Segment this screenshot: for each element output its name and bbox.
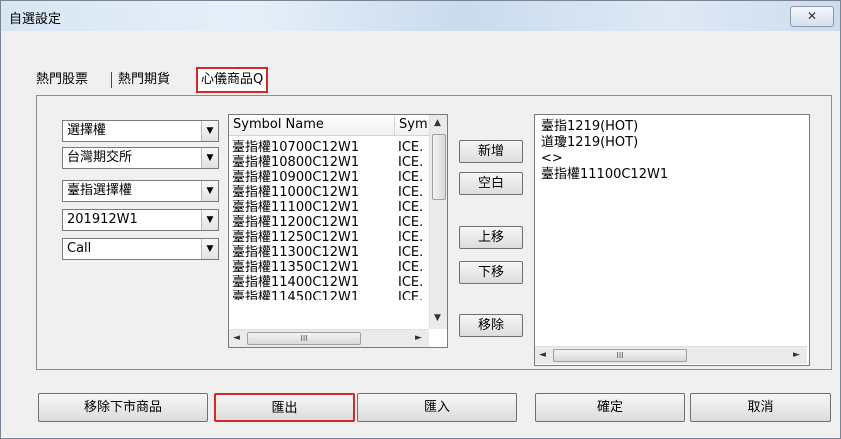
horizontal-scrollbar[interactable]: ◄ III ► (229, 329, 429, 347)
tab-hot-stocks[interactable]: 熱門股票 (36, 69, 88, 91)
chevron-down-icon: ▼ (201, 148, 218, 168)
chevron-down-icon: ▼ (201, 121, 218, 141)
scroll-right-icon[interactable]: ► (793, 350, 800, 360)
symbol-code: ICE. (398, 185, 424, 200)
table-row[interactable]: 臺指權11400C12W1 ICE. (229, 275, 429, 290)
symbol-list[interactable]: Symbol Name Sym 臺指權10700C12W1 ICE. 臺指權108… (228, 114, 448, 348)
symbol-code: ICE. (398, 245, 424, 260)
symbol-name: 臺指權11250C12W1 (232, 230, 360, 245)
window-title: 自選設定 (9, 12, 62, 27)
symbol-name: 臺指權11350C12W1 (232, 260, 360, 275)
scroll-left-icon[interactable]: ◄ (539, 350, 546, 360)
chevron-down-icon: ▼ (201, 210, 218, 230)
table-row[interactable]: 臺指權11300C12W1 ICE. (229, 245, 429, 260)
scroll-up-icon[interactable]: ▲ (434, 118, 441, 128)
callput-select-value: Call (67, 241, 92, 256)
symbol-code: ICE. (398, 275, 424, 290)
symbol-code: ICE. (398, 290, 424, 300)
symbol-code: ICE. (398, 215, 424, 230)
symbol-code: ICE. (398, 260, 424, 275)
scroll-thumb[interactable] (432, 134, 446, 200)
list-item[interactable]: 臺指1219(HOT) (541, 119, 638, 135)
import-button[interactable]: 匯入 (357, 393, 517, 422)
list-item[interactable]: 道瓊1219(HOT) (541, 135, 638, 151)
scroll-left-icon[interactable]: ◄ (233, 333, 240, 343)
watchlist[interactable]: 臺指1219(HOT) 道瓊1219(HOT) <> 臺指權11100C12W1… (534, 114, 810, 366)
cancel-button[interactable]: 取消 (690, 393, 831, 422)
move-up-button[interactable]: 上移 (459, 226, 523, 249)
scroll-down-icon[interactable]: ▼ (434, 313, 441, 323)
symbol-name: 臺指權11200C12W1 (232, 215, 360, 230)
symbol-name: 臺指權11400C12W1 (232, 275, 360, 290)
ok-button[interactable]: 確定 (535, 393, 685, 422)
tab-hot-futures[interactable]: 熱門期貨 (118, 69, 170, 91)
type-select-value: 選擇權 (67, 123, 107, 138)
table-row[interactable]: 臺指權11250C12W1 ICE. (229, 230, 429, 245)
vertical-scrollbar[interactable]: ▲ ▼ (429, 115, 447, 329)
symbol-name: 臺指權10800C12W1 (232, 155, 360, 170)
grip-icon: III (616, 351, 624, 360)
title-bar: 自選設定 ✕ (1, 1, 840, 31)
symbol-code: ICE. (398, 200, 424, 215)
tab-favorites[interactable]: 心儀商品Q (196, 67, 269, 93)
table-row[interactable]: 臺指權11450C12W1 ICE. (229, 290, 429, 300)
list-item[interactable]: 臺指權11100C12W1 (541, 167, 668, 183)
table-row[interactable]: 臺指權10900C12W1 ICE. (229, 170, 429, 185)
symbol-name: 臺指權10700C12W1 (232, 140, 360, 155)
callput-select[interactable]: Call ▼ (62, 238, 219, 260)
close-button[interactable]: ✕ (790, 6, 834, 27)
list-header: Symbol Name Sym (229, 115, 429, 136)
contract-select-value: 201912W1 (67, 212, 138, 227)
scroll-thumb[interactable]: III (553, 349, 687, 362)
symbol-code: ICE. (398, 230, 424, 245)
scroll-thumb[interactable]: III (247, 332, 361, 345)
exchange-select[interactable]: 台灣期交所 ▼ (62, 147, 219, 169)
remove-button[interactable]: 移除 (459, 314, 523, 337)
symbol-code: ICE. (398, 155, 424, 170)
table-row[interactable]: 臺指權11100C12W1 ICE. (229, 200, 429, 215)
product-select-value: 臺指選擇權 (67, 183, 133, 198)
tab-separator (111, 72, 112, 88)
list-item[interactable]: <> (541, 151, 563, 167)
symbol-name: 臺指權11450C12W1 (232, 290, 360, 300)
column-header-symbol-name[interactable]: Symbol Name (229, 115, 395, 135)
horizontal-scrollbar[interactable]: ◄ III ► (535, 346, 807, 364)
symbol-code: ICE. (398, 170, 424, 185)
remove-delisted-button[interactable]: 移除下市商品 (38, 393, 208, 422)
table-row[interactable]: 臺指權10800C12W1 ICE. (229, 155, 429, 170)
exchange-select-value: 台灣期交所 (67, 150, 133, 165)
close-icon: ✕ (806, 9, 818, 23)
column-header-sym[interactable]: Sym (395, 115, 429, 135)
table-row[interactable]: 臺指權10700C12W1 ICE. (229, 140, 429, 155)
symbol-name: 臺指權11100C12W1 (232, 200, 360, 215)
contract-select[interactable]: 201912W1 ▼ (62, 209, 219, 231)
export-button[interactable]: 匯出 (214, 393, 355, 422)
chevron-down-icon: ▼ (201, 239, 218, 259)
symbol-name: 臺指權11000C12W1 (232, 185, 360, 200)
blank-button[interactable]: 空白 (459, 172, 523, 195)
add-button[interactable]: 新增 (459, 140, 523, 163)
table-row[interactable]: 臺指權11200C12W1 ICE. (229, 215, 429, 230)
chevron-down-icon: ▼ (201, 181, 218, 201)
table-row[interactable]: 臺指權11000C12W1 ICE. (229, 185, 429, 200)
product-select[interactable]: 臺指選擇權 ▼ (62, 180, 219, 202)
scroll-right-icon[interactable]: ► (415, 333, 422, 343)
symbol-code: ICE. (398, 140, 424, 155)
type-select[interactable]: 選擇權 ▼ (62, 120, 219, 142)
grip-icon: III (300, 334, 308, 343)
symbol-name: 臺指權11300C12W1 (232, 245, 360, 260)
move-down-button[interactable]: 下移 (459, 261, 523, 284)
symbol-name: 臺指權10900C12W1 (232, 170, 360, 185)
table-row[interactable]: 臺指權11350C12W1 ICE. (229, 260, 429, 275)
